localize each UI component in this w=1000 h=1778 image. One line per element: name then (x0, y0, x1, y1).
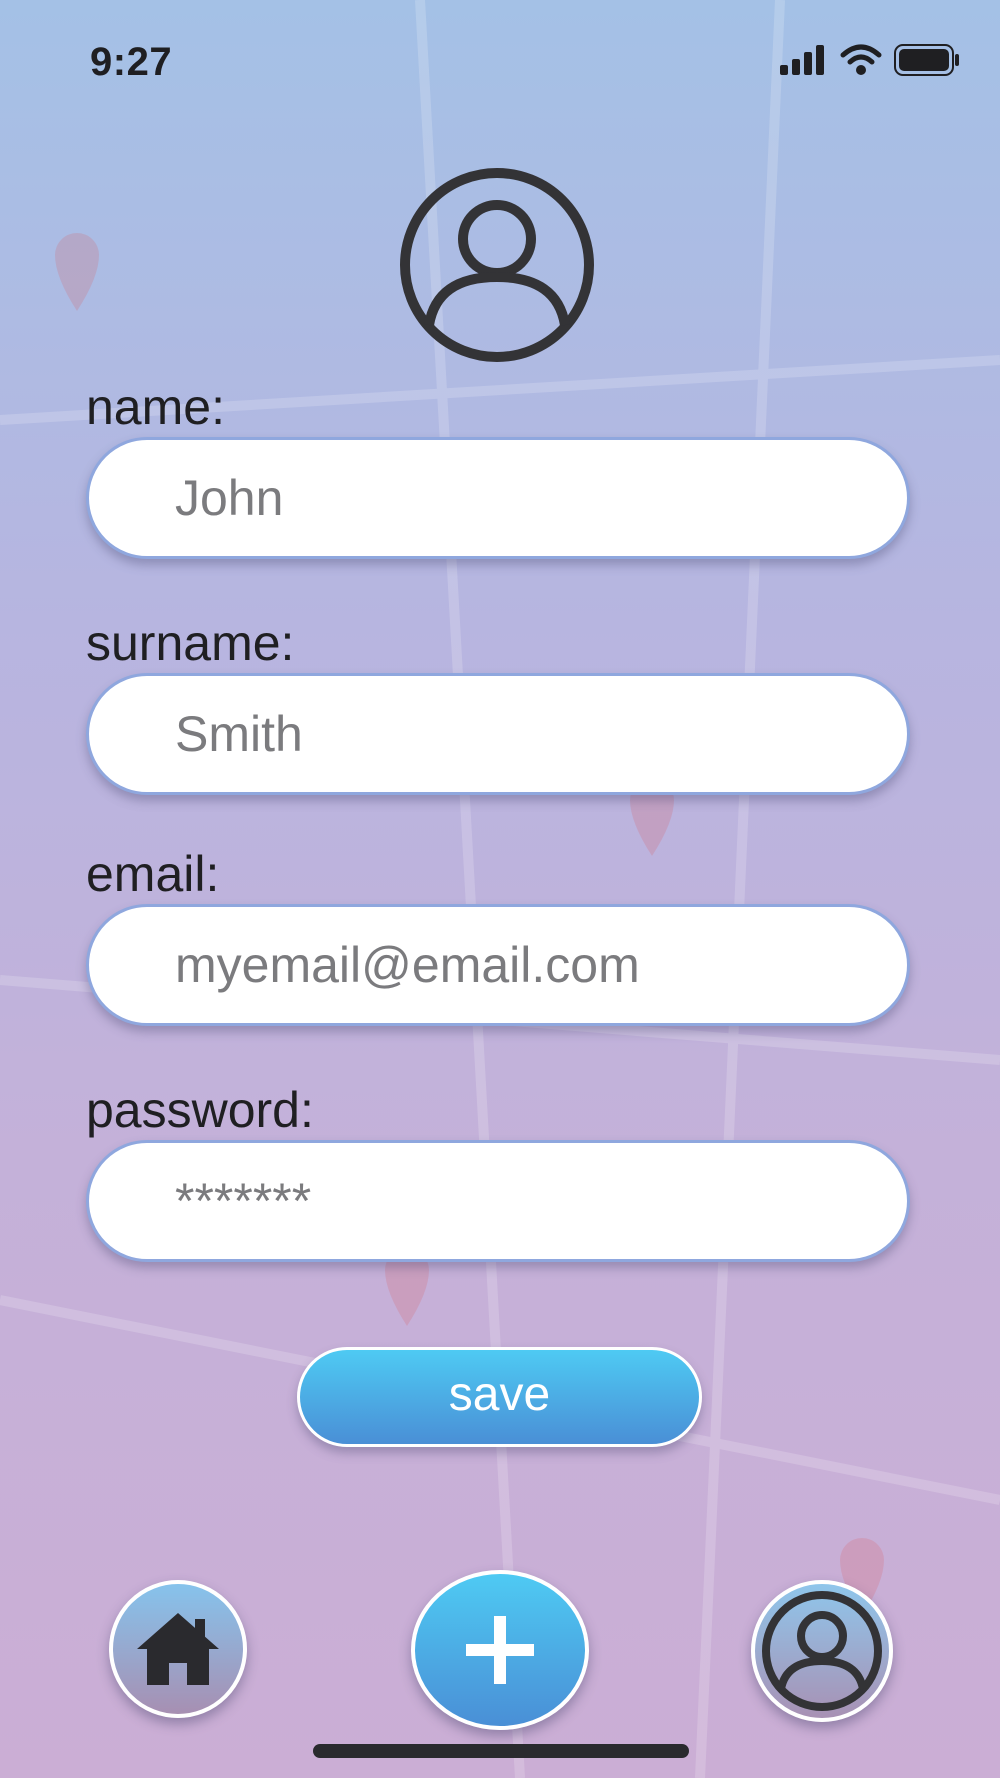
battery-icon (894, 44, 959, 76)
surname-field[interactable] (86, 673, 910, 795)
name-input[interactable] (175, 440, 875, 556)
password-input[interactable] (175, 1143, 875, 1259)
save-button[interactable]: save (297, 1347, 702, 1447)
status-icons (780, 44, 960, 76)
email-label: email: (86, 846, 220, 902)
password-label: password: (86, 1082, 314, 1138)
nav-home-button[interactable] (109, 1580, 247, 1718)
plus-icon (466, 1616, 534, 1684)
email-field[interactable] (86, 904, 910, 1026)
name-label: name: (86, 379, 225, 435)
wifi-icon (840, 44, 882, 75)
home-indicator (313, 1744, 689, 1758)
status-bar: 9:27 (0, 0, 1000, 120)
home-icon (137, 1613, 219, 1685)
nav-profile-button[interactable] (751, 1580, 893, 1722)
surname-label: surname: (86, 615, 295, 671)
nav-add-button[interactable] (411, 1570, 589, 1730)
user-circle-icon[interactable] (397, 165, 597, 365)
signal-icon (780, 45, 824, 75)
password-field[interactable] (86, 1140, 910, 1262)
surname-input[interactable] (175, 676, 875, 792)
name-field[interactable] (86, 437, 910, 559)
status-time: 9:27 (90, 40, 173, 84)
user-circle-icon (762, 1591, 882, 1711)
email-input[interactable] (175, 907, 875, 1023)
